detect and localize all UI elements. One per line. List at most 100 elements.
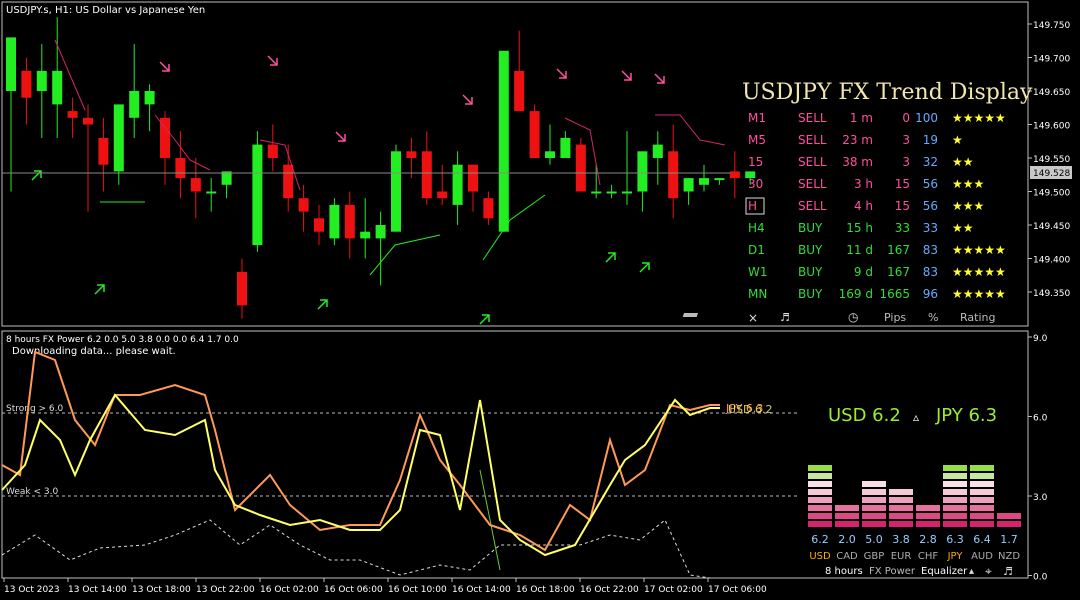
equalizer-segment	[808, 465, 832, 471]
candle-body	[144, 91, 155, 105]
equalizer-segment	[835, 505, 859, 511]
equalizer-currency[interactable]: CAD	[836, 551, 858, 562]
duration-value: 11 d	[846, 243, 873, 257]
candle-body	[237, 271, 247, 306]
percent-value: 56	[923, 199, 938, 213]
candle-body	[344, 204, 355, 239]
trend-display-title: USDJPY FX Trend Display	[742, 80, 1033, 105]
eq-target-icon[interactable]: ⌖	[985, 564, 992, 578]
price-tick-label: 149.400	[1033, 256, 1070, 266]
weak-label: Weak < 3.0	[6, 487, 58, 497]
equalizer-segment	[970, 473, 994, 479]
equalizer-currency[interactable]: EUR	[891, 551, 912, 562]
pips-value: 15	[895, 199, 910, 213]
candle-body	[575, 144, 586, 192]
power-tick-label: 0.0	[1033, 573, 1048, 583]
equalizer-segment	[862, 497, 886, 503]
clock-icon[interactable]: ◷	[848, 310, 859, 324]
candle-body	[360, 231, 371, 239]
percent-value: 32	[923, 155, 938, 169]
equalizer-segment	[916, 505, 940, 511]
price-tick-label: 149.350	[1033, 289, 1070, 299]
pips-value: 167	[887, 265, 910, 279]
equalizer-segment	[943, 497, 967, 503]
candle-body	[498, 50, 509, 232]
candle-body	[729, 171, 740, 179]
equalizer-currency[interactable]: AUD	[971, 551, 993, 562]
direction-label: SELL	[798, 133, 827, 147]
chart-title: USDJPY.s, H1: US Dollar vs Japanese Yen	[6, 5, 205, 16]
candle-body	[252, 144, 263, 246]
timeframe-label: W1	[748, 265, 768, 279]
eq-mode[interactable]: Equalizer	[921, 566, 968, 577]
candle-body	[452, 164, 463, 205]
candle-body	[298, 198, 309, 212]
equalizer-segment	[808, 521, 832, 527]
timeframe-label: MN	[748, 287, 767, 301]
candle-body	[36, 70, 47, 91]
candle-body	[375, 225, 386, 239]
candle-body	[314, 218, 324, 232]
equalizer-segment	[970, 465, 994, 471]
equalizer-currency[interactable]: JPY	[947, 551, 964, 562]
rating-stars: ★★	[952, 155, 974, 169]
equalizer-segment	[943, 465, 967, 471]
percent-value: 33	[923, 221, 938, 235]
equalizer-value: 2.8	[919, 533, 937, 546]
time-tick-label: 17 Oct 02:00	[644, 585, 703, 595]
duration-value: 4 h	[854, 199, 873, 213]
rating-stars: ★★★★★	[952, 111, 1006, 125]
candle-body	[406, 151, 417, 158]
equalizer-segment	[970, 505, 994, 511]
candle-body	[483, 198, 494, 219]
pips-header[interactable]: Pips	[884, 311, 906, 324]
price-panel-frame	[1, 1, 1029, 327]
candle-body	[113, 104, 124, 172]
time-tick-label: 17 Oct 06:00	[708, 585, 767, 595]
timeframe-label: 15	[748, 155, 763, 169]
equalizer-segment	[970, 481, 994, 487]
candle-body	[83, 117, 93, 125]
eq-up-icon[interactable]: ▴	[969, 566, 974, 577]
equalizer-segment	[889, 505, 913, 511]
close-icon[interactable]: ×	[748, 311, 758, 325]
chart-window: 149.750 149.700 149.650 149.600 149.550 149.5…	[1, 1, 1072, 595]
duration-value: 169 d	[839, 287, 873, 301]
percent-header[interactable]: %	[928, 311, 938, 324]
direction-label: SELL	[798, 199, 827, 213]
price-tick-label: 149.700	[1033, 55, 1070, 65]
duration-value: 38 m	[842, 155, 873, 169]
equalizer-value: 6.4	[973, 533, 991, 546]
candle-body	[622, 191, 632, 194]
equalizer-value: 2.0	[838, 533, 856, 546]
eraser-icon[interactable]	[682, 313, 699, 317]
candle-body	[175, 158, 186, 179]
music-icon[interactable]: ♬	[780, 311, 790, 324]
rating-header[interactable]: Rating	[960, 311, 995, 324]
equalizer-segment	[835, 513, 859, 519]
equalizer-currency[interactable]: USD	[809, 551, 831, 562]
equalizer-currency[interactable]: GBP	[864, 551, 885, 562]
equalizer-segment	[970, 489, 994, 495]
candle-body	[391, 151, 401, 232]
usd-line-label: USD 6.2	[728, 403, 773, 416]
eq-period[interactable]: 8 hours	[825, 566, 863, 577]
equalizer-currency[interactable]: NZD	[998, 551, 1020, 562]
candle-body	[545, 151, 555, 158]
direction-label: SELL	[798, 177, 827, 191]
equalizer-segment	[997, 513, 1021, 519]
equalizer-bar	[835, 505, 859, 527]
equalizer-segment	[808, 473, 832, 479]
percent-value: 83	[923, 265, 938, 279]
equalizer-value: 5.0	[865, 533, 883, 546]
direction-label: SELL	[798, 155, 827, 169]
time-tick-label: 16 Oct 10:00	[388, 585, 447, 595]
eq-music-icon[interactable]: ♬	[1003, 565, 1013, 578]
candle-body	[529, 111, 540, 158]
price-tick-label: 149.600	[1033, 122, 1070, 132]
candle-body	[714, 178, 725, 181]
equalizer-currency[interactable]: CHF	[918, 551, 939, 562]
equalizer-segment	[808, 489, 832, 495]
candle-body	[98, 137, 109, 165]
candle-body	[267, 144, 278, 158]
